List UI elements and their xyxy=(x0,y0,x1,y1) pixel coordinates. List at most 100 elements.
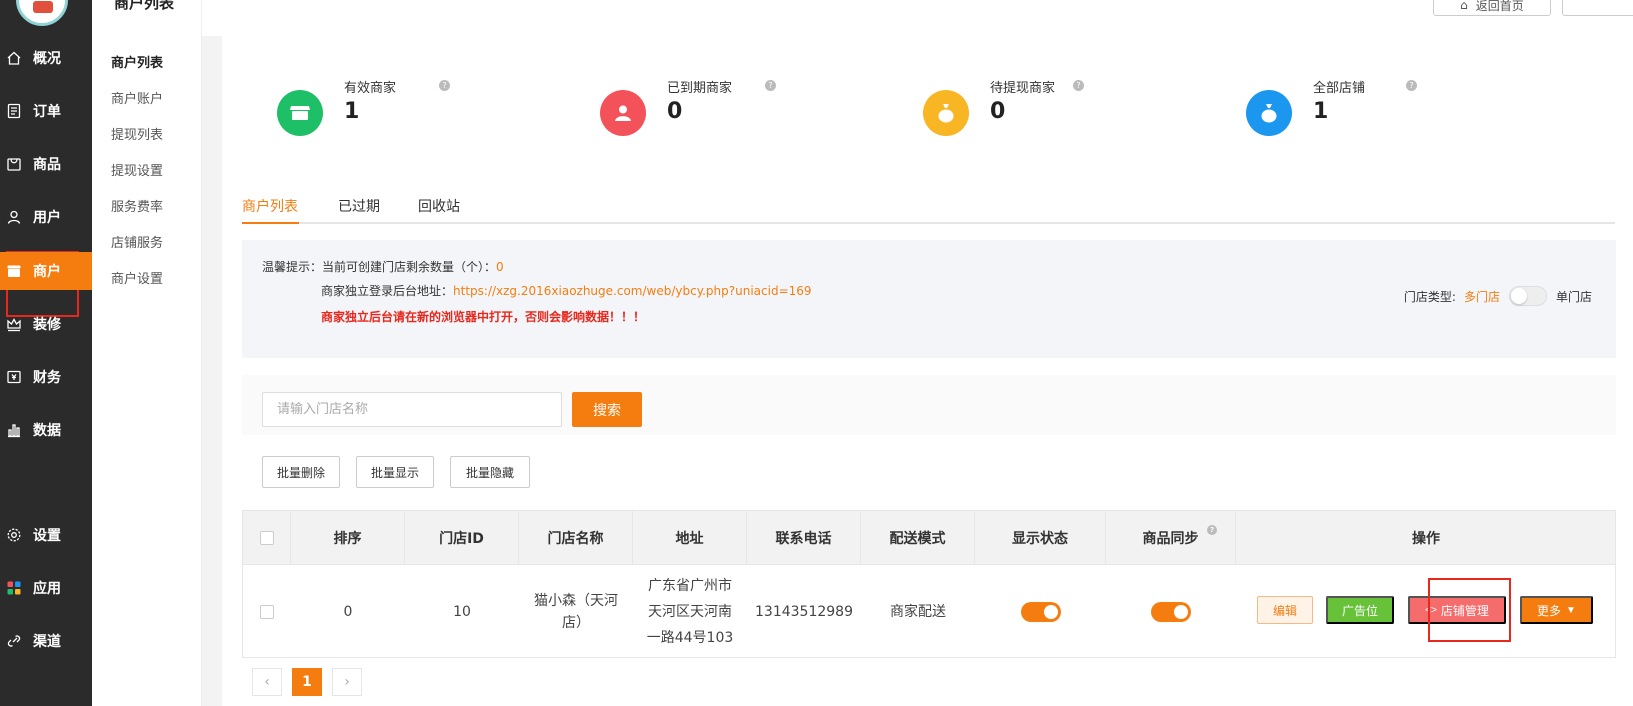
address-line-3: 一路44号103 xyxy=(646,629,734,646)
notice-url-label: 商家独立登录后台地址： xyxy=(321,284,454,298)
nav-item-label: 装修 xyxy=(33,317,61,333)
chevron-down-icon: ▼ xyxy=(1566,604,1576,616)
tab-recycle-bin[interactable]: 回收站 xyxy=(418,196,460,216)
header-store-id[interactable]: 门店ID xyxy=(405,511,519,565)
batch-show-button[interactable]: 批量显示 xyxy=(356,456,434,488)
home-icon: ⌂ xyxy=(1460,0,1468,12)
display-toggle[interactable] xyxy=(1020,601,1061,622)
store-name-line-2: 店） xyxy=(562,614,590,631)
nav-item-1[interactable]: 订单 xyxy=(0,92,92,130)
tabs: 商户列表 已过期 回收站 xyxy=(242,196,1615,224)
row-checkbox-cell xyxy=(243,565,291,658)
nav-item-10[interactable]: 渠道 xyxy=(0,622,92,660)
nav-item-label: 应用 xyxy=(33,581,61,597)
nav-item-0[interactable]: 概况 xyxy=(0,39,92,77)
table-header: 排序 门店ID 门店名称 地址 联系电话 配送模式 显示状态 商品同步 ? 操作 xyxy=(243,511,1615,565)
crown-icon xyxy=(6,316,22,332)
header-ops: 操作 xyxy=(1412,531,1440,547)
logo-avatar[interactable] xyxy=(16,0,68,26)
nav-item-label: 商户 xyxy=(33,264,61,280)
ad-slot-button[interactable]: 广告位 xyxy=(1326,596,1394,624)
cell-store-name: 猫小森（天河 店） xyxy=(519,565,633,658)
stat-card-1: 已到期商家? 0 xyxy=(600,75,860,145)
submenu-item-1[interactable]: 商户账户 xyxy=(111,88,163,107)
tab-expired[interactable]: 已过期 xyxy=(338,196,380,216)
select-all-checkbox[interactable] xyxy=(259,531,274,545)
store-icon xyxy=(288,101,312,125)
nav-item-2[interactable]: 商品 xyxy=(0,145,92,183)
stat-value: 0 xyxy=(990,99,1006,124)
search-area: 搜索 xyxy=(242,375,1616,435)
submenu-item-5[interactable]: 店铺服务 xyxy=(111,232,163,251)
chart-icon xyxy=(6,422,22,438)
submenu-item-2[interactable]: 提现列表 xyxy=(111,124,163,143)
batch-delete-button[interactable]: 批量删除 xyxy=(262,456,340,488)
submenu-item-4[interactable]: 服务费率 xyxy=(111,196,163,215)
stat-icon-circle xyxy=(1246,90,1292,136)
header-sort[interactable]: 排序 xyxy=(291,511,405,565)
cell-display xyxy=(975,565,1106,658)
pager-next-button[interactable]: › xyxy=(332,668,362,696)
nav-item-label: 概况 xyxy=(33,51,61,67)
row-checkbox[interactable] xyxy=(260,604,274,619)
stat-card-2: 待提现商家? 0 xyxy=(923,75,1183,145)
edit-button[interactable]: 编辑 xyxy=(1257,596,1313,624)
nav-item-6[interactable]: 财务 xyxy=(0,358,92,396)
notice-remaining-label: 温馨提示：当前可创建门店剩余数量（个）： xyxy=(262,260,497,274)
nav-item-7[interactable]: 数据 xyxy=(0,411,92,449)
search-button[interactable]: 搜索 xyxy=(572,392,642,427)
more-button[interactable]: 更多 ▼ xyxy=(1520,596,1593,624)
header-store-name: 门店名称 xyxy=(519,511,633,565)
header-sync: 商品同步 xyxy=(1142,531,1199,547)
store-type-toggle[interactable] xyxy=(1508,286,1547,306)
gear-icon xyxy=(6,527,22,543)
stat-label: 全部店铺 xyxy=(1313,81,1366,96)
header-sync-cell: 商品同步 ? xyxy=(1106,511,1236,565)
nav-item-5[interactable]: 装修 xyxy=(0,305,92,343)
stat-label: 已到期商家 xyxy=(667,81,733,96)
nav-item-label: 订单 xyxy=(33,104,61,120)
help-icon[interactable]: ? xyxy=(1207,525,1217,535)
moneybag-icon xyxy=(1257,101,1281,125)
sync-toggle[interactable] xyxy=(1151,601,1191,622)
nav-item-3[interactable]: 用户 xyxy=(0,198,92,236)
header-display: 显示状态 xyxy=(975,511,1106,565)
help-icon[interactable]: ? xyxy=(439,80,450,91)
pager-page-1[interactable]: 1 xyxy=(292,668,322,696)
help-icon[interactable]: ? xyxy=(765,80,776,91)
merchant-login-link[interactable]: https://xzg.2016xiaozhuge.com/web/ybcy.p… xyxy=(453,284,812,298)
store-search-input[interactable] xyxy=(262,392,562,427)
store-table: 排序 门店ID 门店名称 地址 联系电话 配送模式 显示状态 商品同步 ? 操作… xyxy=(242,510,1616,658)
help-icon[interactable]: ? xyxy=(1406,80,1417,91)
back-home-button[interactable]: ⌂ 返回首页 xyxy=(1433,0,1551,16)
nav-item-4[interactable]: 商户 xyxy=(0,252,92,290)
nav-item-label: 设置 xyxy=(33,528,61,544)
nav-item-label: 商品 xyxy=(33,157,61,173)
header-select-all-cell xyxy=(243,511,291,565)
store-name-line-1: 猫小森（天河 xyxy=(534,592,618,609)
home-icon xyxy=(6,50,22,66)
submenu-item-6[interactable]: 商户设置 xyxy=(111,268,163,287)
cell-store-id: 10 xyxy=(453,603,471,620)
pager-prev-button[interactable]: ‹ xyxy=(252,668,282,696)
store-type-label: 门店类型: xyxy=(1403,289,1456,304)
submenu-item-0[interactable]: 商户列表 xyxy=(111,52,163,71)
cell-delivery: 商家配送 xyxy=(890,603,946,620)
help-icon[interactable]: ? xyxy=(1073,80,1084,91)
gutter xyxy=(202,36,222,706)
stat-icon-circle xyxy=(277,90,323,136)
tab-underline xyxy=(242,222,299,224)
nav-item-9[interactable]: 应用 xyxy=(0,569,92,607)
stat-value: 1 xyxy=(1313,99,1329,124)
stat-label: 待提现商家 xyxy=(990,81,1056,96)
nav-item-8[interactable]: 设置 xyxy=(0,516,92,554)
store-type-switch-group: 门店类型: 多门店 单门店 xyxy=(1404,286,1596,306)
tab-merchant-list[interactable]: 商户列表 xyxy=(242,196,298,216)
submenu-item-3[interactable]: 提现设置 xyxy=(111,160,163,179)
cell-sync xyxy=(1106,565,1236,658)
top-extra-button[interactable] xyxy=(1562,0,1633,16)
address-line-1: 广东省广州市 xyxy=(648,577,732,594)
page-title: 商户列表 xyxy=(114,0,175,12)
back-home-label: 返回首页 xyxy=(1475,0,1524,13)
batch-hide-button[interactable]: 批量隐藏 xyxy=(450,456,530,488)
